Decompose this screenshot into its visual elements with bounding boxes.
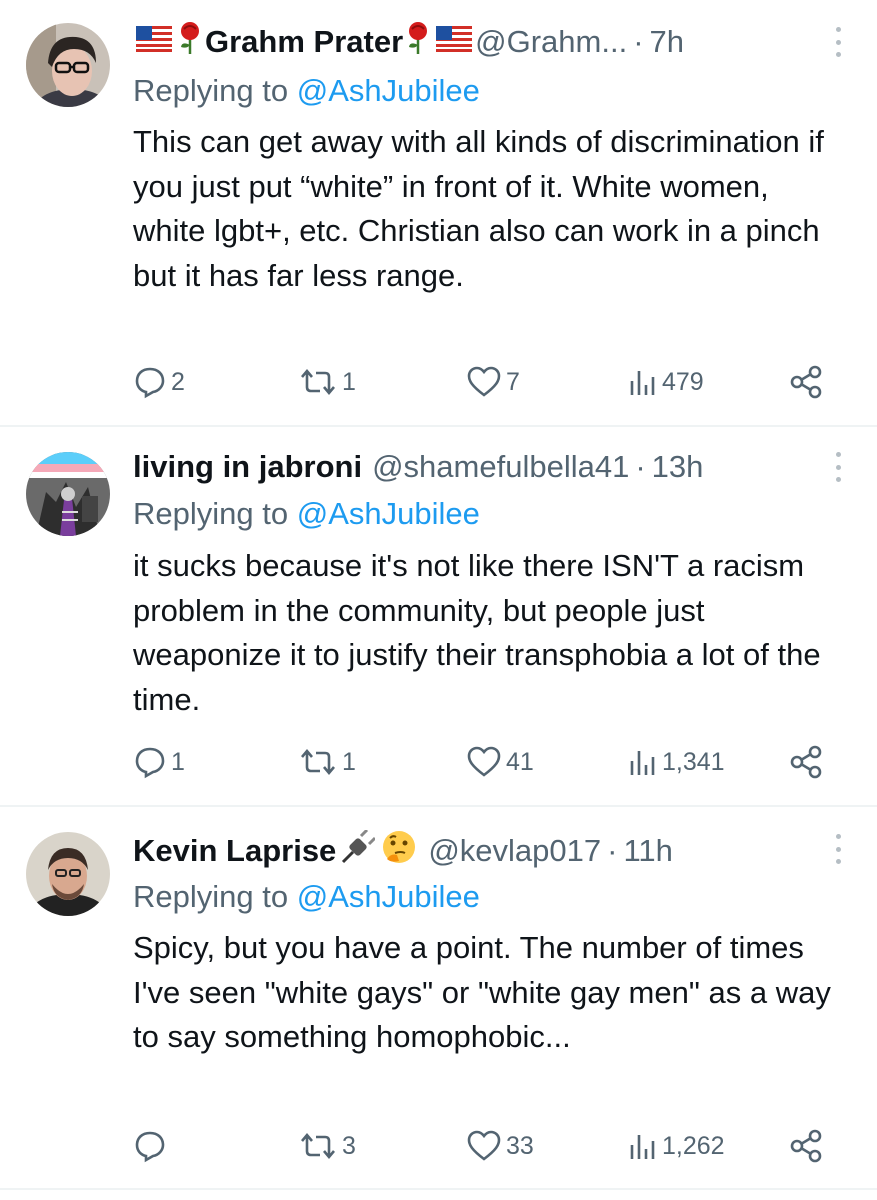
replying-to: Replying to @AshJubilee [133,496,480,532]
display-name[interactable]: living in jabroni [133,449,362,485]
heart-icon [467,1130,501,1161]
divider [0,1188,877,1190]
more-options-icon[interactable] [833,27,843,57]
more-options-icon[interactable] [833,452,843,482]
repost-count: 1 [342,367,356,396]
tweet-header: living in jabroni @shamefulbella41 · 13h [133,447,817,487]
repost-count: 1 [342,747,356,776]
separator-dot: · [607,833,618,868]
like-button[interactable]: 33 [466,1126,534,1166]
heart-icon [467,366,501,397]
repost-icon [301,1132,335,1160]
separator-dot: · [635,449,646,484]
repost-icon [301,368,335,396]
view-count: 479 [662,367,704,396]
replying-to-label: Replying to [133,73,297,108]
like-count: 7 [506,367,520,396]
us-flag-icon [436,24,473,60]
tweet-header: Grahm Prater @Grahm... · 7h [133,22,817,62]
views-button[interactable]: 479 [628,362,704,402]
replying-to-label: Replying to [133,496,297,531]
action-bar: 3 33 1,262 [133,1126,833,1166]
reply-icon [135,367,165,399]
reply-mention-link[interactable]: @AshJubilee [297,879,480,914]
display-name[interactable]: Grahm Prater [205,24,403,60]
separator-dot: · [633,24,644,59]
tweet-text: This can get away with all kinds of disc… [133,124,824,293]
view-count: 1,341 [662,747,725,776]
repost-button[interactable]: 1 [298,742,356,782]
like-button[interactable]: 41 [466,742,534,782]
share-icon [790,365,822,399]
view-count: 1,262 [662,1131,725,1160]
views-button[interactable]: 1,262 [628,1126,725,1166]
handle[interactable]: @shamefulbella41 [372,449,629,485]
rose-icon [178,21,202,63]
reply-icon [135,1131,165,1163]
like-count: 33 [506,1131,534,1160]
replying-to: Replying to @AshJubilee [133,879,480,915]
avatar[interactable] [26,23,110,107]
handle[interactable]: @Grahm... [475,24,627,60]
repost-button[interactable]: 3 [298,1126,356,1166]
avatar[interactable] [26,832,110,916]
repost-icon [301,748,335,776]
views-icon [630,371,655,395]
rose-icon [406,21,430,63]
repost-count: 3 [342,1131,356,1160]
views-button[interactable]: 1,341 [628,742,725,782]
tweet-2[interactable]: living in jabroni @shamefulbella41 · 13h… [0,427,877,805]
display-name[interactable]: Kevin Laprise [133,833,336,869]
timestamp[interactable]: 7h [650,24,684,60]
share-button[interactable] [788,362,824,402]
like-button[interactable]: 7 [466,362,520,402]
more-options-icon[interactable] [833,834,843,864]
share-button[interactable] [788,742,824,782]
repost-button[interactable]: 1 [298,362,356,402]
handle[interactable]: @kevlap017 [428,833,601,869]
tweet-3[interactable]: Kevin Laprise @kevlap017 · 11h Replying … [0,807,877,1187]
tweet-1[interactable]: Grahm Prater @Grahm... · 7h Replying to … [0,0,877,425]
avatar[interactable] [26,452,110,536]
us-flag-icon [136,24,172,60]
reply-button[interactable] [133,1126,171,1166]
views-icon [630,1135,655,1159]
views-icon [630,751,655,775]
share-icon [790,745,822,779]
tweet-text: it sucks because it's not like there ISN… [133,548,821,717]
timestamp[interactable]: 11h [623,833,672,869]
tweet-text: Spicy, but you have a point. The number … [133,930,831,1054]
replying-to-label: Replying to [133,879,297,914]
reply-count: 1 [171,747,185,776]
share-button[interactable] [788,1126,824,1166]
replying-to: Replying to @AshJubilee [133,73,480,109]
action-bar: 1 1 41 1,341 [133,742,833,782]
reply-button[interactable]: 2 [133,362,185,402]
reply-button[interactable]: 1 [133,742,185,782]
electric-plug-icon [339,828,377,872]
heart-icon [467,746,501,777]
reply-count: 2 [171,367,185,396]
thinking-face-icon [381,829,417,873]
reply-icon [135,747,165,779]
reply-mention-link[interactable]: @AshJubilee [297,496,480,531]
reply-mention-link[interactable]: @AshJubilee [297,73,480,108]
timestamp[interactable]: 13h [652,449,704,485]
share-icon [790,1129,822,1163]
like-count: 41 [506,747,534,776]
action-bar: 2 1 7 479 [133,362,833,402]
tweet-header: Kevin Laprise @kevlap017 · 11h [133,828,817,873]
